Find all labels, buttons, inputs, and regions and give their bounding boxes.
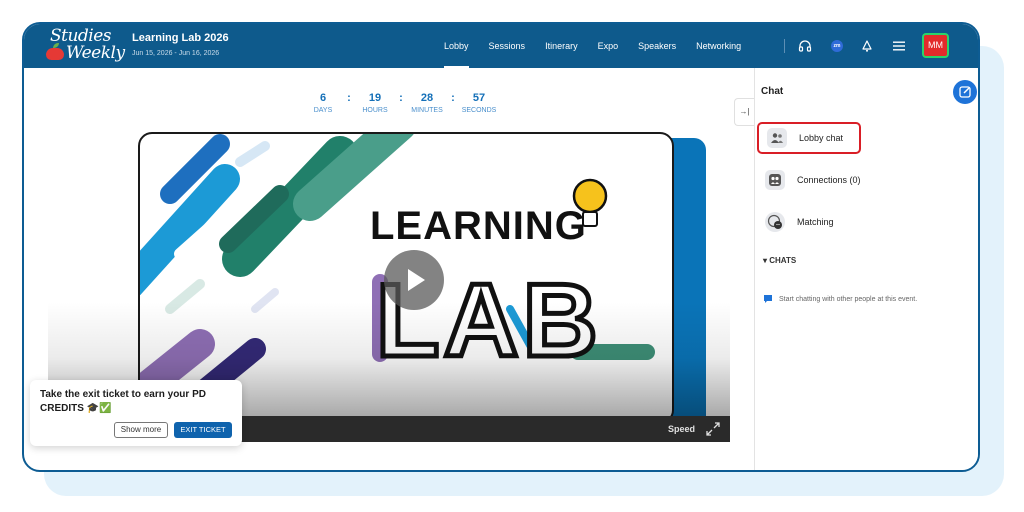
- people-icon: [767, 128, 787, 148]
- countdown-value: 19: [368, 92, 382, 104]
- play-button[interactable]: [384, 250, 444, 310]
- app-window: Studies Weekly Learning Lab 2026 Jun 15,…: [22, 22, 980, 472]
- show-more-button[interactable]: Show more: [114, 422, 168, 438]
- zoom-badge-icon[interactable]: zm: [827, 36, 847, 56]
- countdown-timer: 6 DAYS : 19 HOURS : 28 MINUTES : 57 SECO…: [300, 92, 502, 114]
- artwork-text-learning: LEARNING: [370, 204, 587, 248]
- contacts-icon: [765, 170, 785, 190]
- fullscreen-icon[interactable]: [704, 420, 722, 438]
- chats-section-header[interactable]: ▾ CHATS: [763, 256, 796, 265]
- event-dates: Jun 15, 2026 - Jun 16, 2026: [132, 50, 220, 57]
- countdown-label: SECONDS: [461, 107, 497, 114]
- countdown-days: 6 DAYS: [300, 92, 346, 114]
- connections-item[interactable]: Connections (0): [757, 164, 897, 196]
- countdown-seconds: 57 SECONDS: [456, 92, 502, 114]
- matching-item[interactable]: Matching: [757, 206, 897, 238]
- nav-divider: [784, 39, 785, 53]
- nav-itinerary[interactable]: Itinerary: [545, 24, 578, 68]
- event-title: Learning Lab 2026: [132, 32, 229, 44]
- exit-ticket-button[interactable]: EXIT TICKET: [174, 422, 232, 438]
- chat-panel: Chat Lobby chat Connections (0) Matching…: [754, 68, 978, 470]
- user-avatar[interactable]: MM: [922, 33, 949, 58]
- countdown-value: 6: [319, 92, 327, 104]
- countdown-label: MINUTES: [411, 107, 443, 114]
- countdown-hours: 19 HOURS: [352, 92, 398, 114]
- lobby-chat-label: Lobby chat: [799, 133, 844, 143]
- nav-speakers[interactable]: Speakers: [638, 24, 676, 68]
- main-nav: Lobby Sessions Itinerary Expo Speakers N…: [444, 24, 761, 68]
- apple-icon: [46, 48, 64, 60]
- exit-ticket-card: Take the exit ticket to earn your PD CRE…: [30, 380, 242, 446]
- chat-empty-state: Start chatting with other people at this…: [763, 294, 917, 304]
- matching-icon: [765, 212, 785, 232]
- speed-button[interactable]: Speed: [668, 420, 695, 438]
- logo-text-bottom: Weekly: [66, 43, 125, 63]
- chat-title: Chat: [761, 86, 784, 97]
- countdown-minutes: 28 MINUTES: [404, 92, 450, 114]
- lobby-chat-item[interactable]: Lobby chat: [757, 122, 861, 154]
- headset-icon[interactable]: [795, 36, 815, 56]
- bell-icon[interactable]: [857, 36, 877, 56]
- nav-networking[interactable]: Networking: [696, 24, 741, 68]
- exit-ticket-message: Take the exit ticket to earn your PD CRE…: [40, 389, 206, 414]
- zoom-badge: zm: [831, 40, 843, 52]
- nav-lobby[interactable]: Lobby: [444, 24, 469, 68]
- nav-sessions[interactable]: Sessions: [489, 24, 526, 68]
- countdown-value: 57: [472, 92, 486, 104]
- studies-weekly-logo[interactable]: Studies Weekly: [46, 26, 128, 64]
- collapse-panel-button[interactable]: →|: [734, 98, 754, 126]
- countdown-label: HOURS: [362, 107, 388, 114]
- countdown-value: 28: [420, 92, 434, 104]
- nav-expo[interactable]: Expo: [598, 24, 619, 68]
- menu-icon[interactable]: [889, 36, 909, 56]
- matching-label: Matching: [797, 217, 834, 227]
- countdown-label: DAYS: [313, 107, 333, 114]
- connections-label: Connections (0): [797, 175, 861, 185]
- chat-bubble-icon: [764, 295, 772, 303]
- top-bar: Studies Weekly Learning Lab 2026 Jun 15,…: [24, 24, 978, 68]
- compose-icon[interactable]: [953, 80, 977, 104]
- chat-empty-text: Start chatting with other people at this…: [779, 295, 918, 303]
